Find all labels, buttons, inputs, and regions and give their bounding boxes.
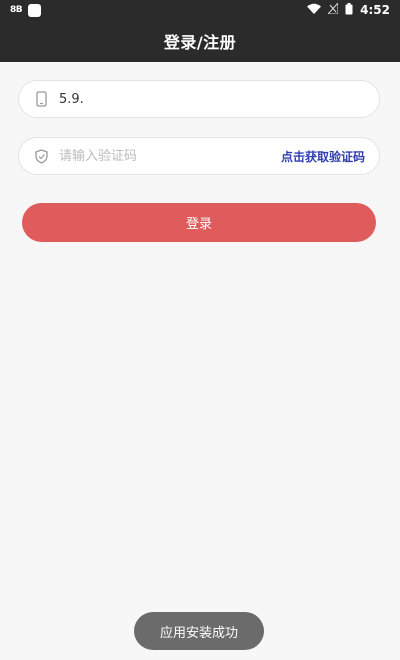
wifi-icon: [307, 3, 322, 17]
get-code-button[interactable]: 点击获取验证码: [281, 148, 365, 165]
phone-input[interactable]: [59, 91, 365, 107]
app-header: 登录/注册: [0, 20, 400, 62]
battery-icon: [345, 2, 353, 18]
status-time: 4:52: [360, 3, 390, 17]
login-screen: 8B 4:52 登录/注册 5.9. 请输入验证码 点击获取验证码 登录 应用安…: [0, 0, 400, 660]
status-right: 4:52: [307, 1, 390, 18]
status-bar: 8B 4:52: [0, 0, 400, 20]
login-button[interactable]: 登录: [22, 203, 376, 242]
shield-icon: [33, 148, 49, 164]
code-field[interactable]: 点击获取验证码: [18, 137, 380, 175]
notification-icon: [28, 3, 42, 17]
code-input[interactable]: [59, 148, 281, 164]
page-title: 登录/注册: [163, 33, 237, 52]
status-left: 8B: [10, 3, 42, 17]
phone-field[interactable]: [18, 80, 380, 118]
phone-icon: [33, 91, 49, 107]
status-badge: 8B: [10, 5, 23, 15]
signal-icon: [327, 1, 339, 17]
toast-message: 应用安装成功: [134, 612, 264, 650]
